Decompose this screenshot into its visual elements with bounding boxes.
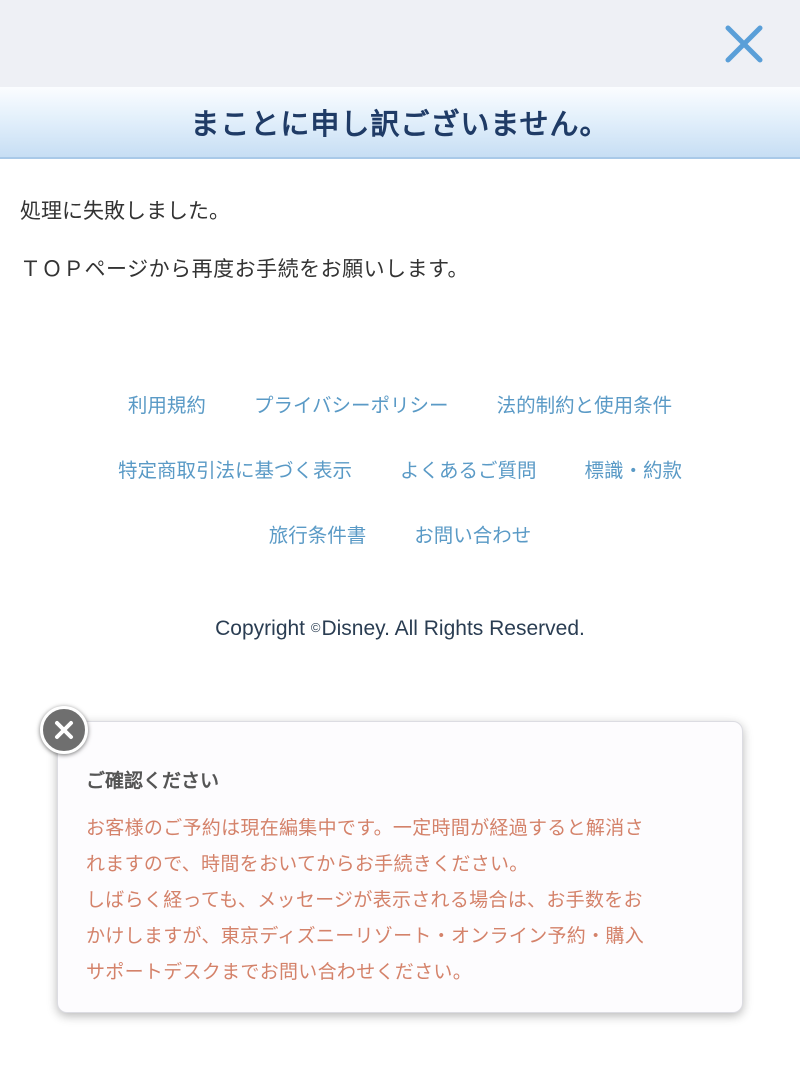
terms-of-use-link[interactable]: 利用規約 <box>128 389 206 418</box>
footer-row: 特定商取引法に基づく表示 よくあるご質問 標識・約款 <box>0 454 800 483</box>
notice-line: お客様のご予約は現在編集中です。一定時間が経過すると解消さ <box>86 817 644 839</box>
close-icon <box>725 25 763 63</box>
instruction-message: ＴＯＰページから再度お手続をお願いします。 <box>20 257 469 281</box>
notice-body: お客様のご予約は現在編集中です。一定時間が経過すると解消さ れますので、時間をお… <box>86 810 726 990</box>
notice-close-button[interactable] <box>40 706 88 754</box>
copyright-prefix: Copyright <box>215 617 311 640</box>
copyright-text: Disney. All Rights Reserved. <box>321 617 585 640</box>
close-icon <box>55 721 73 739</box>
notice-title: ご確認ください <box>86 770 220 792</box>
notice-line: れますので、時間をおいてからお手続きください。 <box>86 853 529 875</box>
notice-popup: ご確認ください お客様のご予約は現在編集中です。一定時間が経過すると解消さ れま… <box>57 721 743 1013</box>
notice-line: しばらく経っても、メッセージが表示される場合は、お手数をお <box>86 889 643 911</box>
error-title-band: まことに申し訳ございません。 <box>0 87 800 159</box>
notice-line: かけしますが、東京ディズニーリゾート・オンライン予約・購入 <box>86 925 644 947</box>
signs-and-terms-link[interactable]: 標識・約款 <box>585 454 683 483</box>
privacy-policy-link[interactable]: プライバシーポリシー <box>254 389 449 418</box>
error-message: 処理に失敗しました。 <box>20 199 230 223</box>
copyright-symbol: © <box>310 620 321 635</box>
page-title: まことに申し訳ございません。 <box>190 107 610 141</box>
copyright: Copyright ©Disney. All Rights Reserved. <box>0 617 800 641</box>
top-bar <box>0 0 800 87</box>
faq-link[interactable]: よくあるご質問 <box>400 454 537 483</box>
legal-restrictions-link[interactable]: 法的制約と使用条件 <box>497 389 673 418</box>
travel-conditions-link[interactable]: 旅行条件書 <box>269 519 367 548</box>
footer-row: 利用規約 プライバシーポリシー 法的制約と使用条件 <box>0 389 800 418</box>
contact-link[interactable]: お問い合わせ <box>414 519 531 548</box>
notice-line: サポートデスクまでお問い合わせください。 <box>86 961 473 983</box>
commercial-transactions-link[interactable]: 特定商取引法に基づく表示 <box>118 454 352 483</box>
close-button[interactable] <box>722 22 766 66</box>
footer-row: 旅行条件書 お問い合わせ <box>0 519 800 548</box>
